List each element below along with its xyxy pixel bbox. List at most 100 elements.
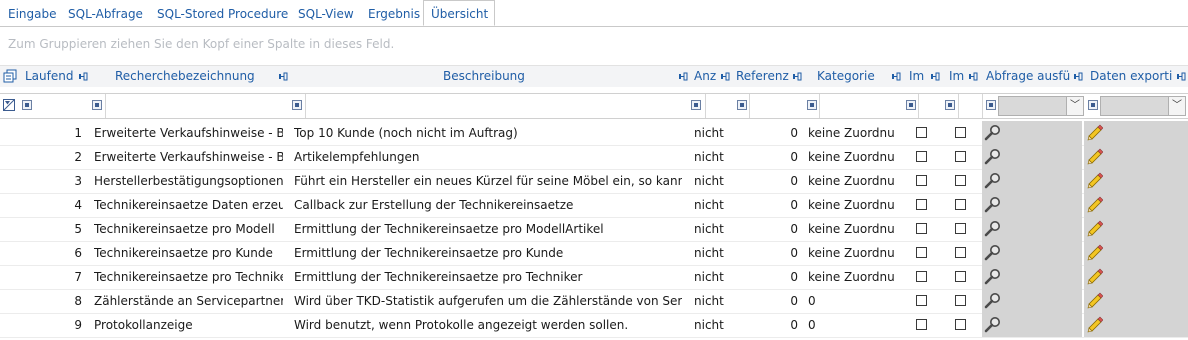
pencil-icon[interactable]	[1085, 268, 1104, 286]
checkbox-im-1[interactable]	[916, 199, 927, 210]
table-row[interactable]: 6 Technikereinsaetze pro Kunde Ermittlung …	[0, 241, 1188, 266]
tab-sql-stored-procedure[interactable]: SQL-Stored Procedure	[157, 3, 288, 25]
row-selector[interactable]	[0, 169, 18, 193]
tab-uebersicht[interactable]: Übersicht	[423, 0, 495, 26]
tab-sql-view[interactable]: SQL-View	[298, 3, 354, 25]
filter-operator-icon[interactable]	[945, 100, 955, 110]
table-row[interactable]: 8 Zählerstände an Servicepartner Wird über…	[0, 289, 1188, 314]
header-im-2[interactable]: Im	[949, 66, 967, 87]
header-referenz[interactable]: Referenz	[736, 66, 792, 87]
magnifier-icon[interactable]	[984, 316, 1002, 334]
chevron-down-icon[interactable]: ﹀	[1168, 97, 1185, 115]
checkbox-im-1[interactable]	[916, 271, 927, 282]
checkbox-im-1[interactable]	[916, 127, 927, 138]
header-daten-exportieren[interactable]: Daten exporti	[1090, 66, 1174, 87]
filter-operator-icon[interactable]	[22, 100, 32, 110]
row-selector[interactable]	[0, 289, 18, 313]
checkbox-im-2[interactable]	[955, 199, 966, 210]
filter-export-dropdown[interactable]: ﹀	[1100, 96, 1186, 116]
row-selector[interactable]	[0, 193, 18, 217]
table-row[interactable]: 1 Erweiterte Verkaufshinweise - Bo Top 10 …	[0, 121, 1188, 146]
checkbox-im-1[interactable]	[916, 223, 927, 234]
column-chooser-icon[interactable]	[3, 69, 17, 83]
filter-clear-icon[interactable]	[3, 99, 15, 111]
header-recherchebezeichnung[interactable]: Recherchebezeichnung	[115, 66, 275, 87]
pin-icon[interactable]	[1074, 72, 1083, 81]
row-selector[interactable]	[0, 265, 18, 289]
pin-icon[interactable]	[793, 72, 802, 81]
group-by-panel[interactable]: Zum Gruppieren ziehen Sie den Kopf einer…	[8, 37, 394, 51]
header-anz[interactable]: Anz	[694, 66, 718, 87]
header-laufend[interactable]: Laufend	[25, 66, 75, 87]
filter-operator-icon[interactable]	[691, 100, 701, 110]
filter-im-2[interactable]	[959, 94, 983, 118]
pencil-icon[interactable]	[1085, 244, 1104, 262]
checkbox-im-2[interactable]	[955, 247, 966, 258]
pin-icon[interactable]	[931, 72, 940, 81]
tab-sql-abfrage[interactable]: SQL-Abfrage	[68, 3, 143, 25]
pencil-icon[interactable]	[1085, 292, 1104, 310]
row-selector[interactable]	[0, 241, 18, 265]
filter-operator-icon[interactable]	[292, 100, 302, 110]
table-row[interactable]: 9 Protokollanzeige Wird benutzt, wenn Prot…	[0, 313, 1188, 338]
table-row[interactable]: 3 Herstellerbestätigungsoptionen Führt ein…	[0, 169, 1188, 194]
pencil-icon[interactable]	[1085, 148, 1104, 166]
table-row[interactable]: 4 Technikereinsaetze Daten erzeug Callback…	[0, 193, 1188, 218]
pencil-icon[interactable]	[1085, 316, 1104, 334]
row-selector[interactable]	[0, 313, 18, 337]
checkbox-im-2[interactable]	[955, 271, 966, 282]
header-abfrage-ausfuehren[interactable]: Abfrage ausfü	[986, 66, 1072, 87]
magnifier-icon[interactable]	[984, 148, 1002, 166]
pin-icon[interactable]	[679, 72, 688, 81]
magnifier-icon[interactable]	[984, 172, 1002, 190]
checkbox-im-1[interactable]	[916, 319, 927, 330]
filter-operator-icon[interactable]	[807, 100, 817, 110]
pin-icon[interactable]	[79, 72, 88, 81]
filter-laufend[interactable]	[18, 94, 106, 118]
filter-beschreibung[interactable]	[306, 94, 706, 118]
table-row[interactable]: 2 Erweiterte Verkaufshinweise - Bo Artikel…	[0, 145, 1188, 170]
chevron-down-icon[interactable]: ﹀	[1066, 97, 1083, 115]
checkbox-im-1[interactable]	[916, 151, 927, 162]
header-kategorie[interactable]: Kategorie	[817, 66, 879, 87]
checkbox-im-2[interactable]	[955, 175, 966, 186]
table-row[interactable]: 7 Technikereinsaetze pro Techniker Ermittl…	[0, 265, 1188, 290]
row-selector[interactable]	[0, 121, 18, 145]
magnifier-icon[interactable]	[984, 196, 1002, 214]
filter-operator-icon[interactable]	[1088, 100, 1098, 110]
filter-operator-icon[interactable]	[986, 100, 996, 110]
magnifier-icon[interactable]	[984, 292, 1002, 310]
checkbox-im-2[interactable]	[955, 127, 966, 138]
header-im-1[interactable]: Im	[909, 66, 927, 87]
pin-icon[interactable]	[969, 72, 978, 81]
pin-icon[interactable]	[892, 72, 901, 81]
magnifier-icon[interactable]	[984, 268, 1002, 286]
row-selector[interactable]	[0, 217, 18, 241]
pencil-icon[interactable]	[1085, 172, 1104, 190]
filter-operator-icon[interactable]	[92, 100, 102, 110]
filter-recherchebezeichnung[interactable]	[106, 94, 306, 118]
checkbox-im-2[interactable]	[955, 295, 966, 306]
filter-kategorie[interactable]	[820, 94, 919, 118]
checkbox-im-2[interactable]	[955, 223, 966, 234]
filter-anz[interactable]	[706, 94, 750, 118]
checkbox-im-1[interactable]	[916, 295, 927, 306]
pin-icon[interactable]	[1177, 72, 1186, 81]
filter-operator-icon[interactable]	[906, 100, 916, 110]
magnifier-icon[interactable]	[984, 220, 1002, 238]
pencil-icon[interactable]	[1085, 196, 1104, 214]
checkbox-im-1[interactable]	[916, 247, 927, 258]
pencil-icon[interactable]	[1085, 124, 1104, 142]
filter-im-1[interactable]	[919, 94, 959, 118]
checkbox-im-1[interactable]	[916, 175, 927, 186]
checkbox-im-2[interactable]	[955, 151, 966, 162]
filter-abfrage-dropdown[interactable]: ﹀	[998, 96, 1084, 116]
magnifier-icon[interactable]	[984, 244, 1002, 262]
tab-eingabe[interactable]: Eingabe	[8, 3, 57, 25]
magnifier-icon[interactable]	[984, 124, 1002, 142]
row-selector[interactable]	[0, 145, 18, 169]
pencil-icon[interactable]	[1085, 220, 1104, 238]
checkbox-im-2[interactable]	[955, 319, 966, 330]
pin-icon[interactable]	[721, 72, 730, 81]
filter-referenz[interactable]	[750, 94, 820, 118]
